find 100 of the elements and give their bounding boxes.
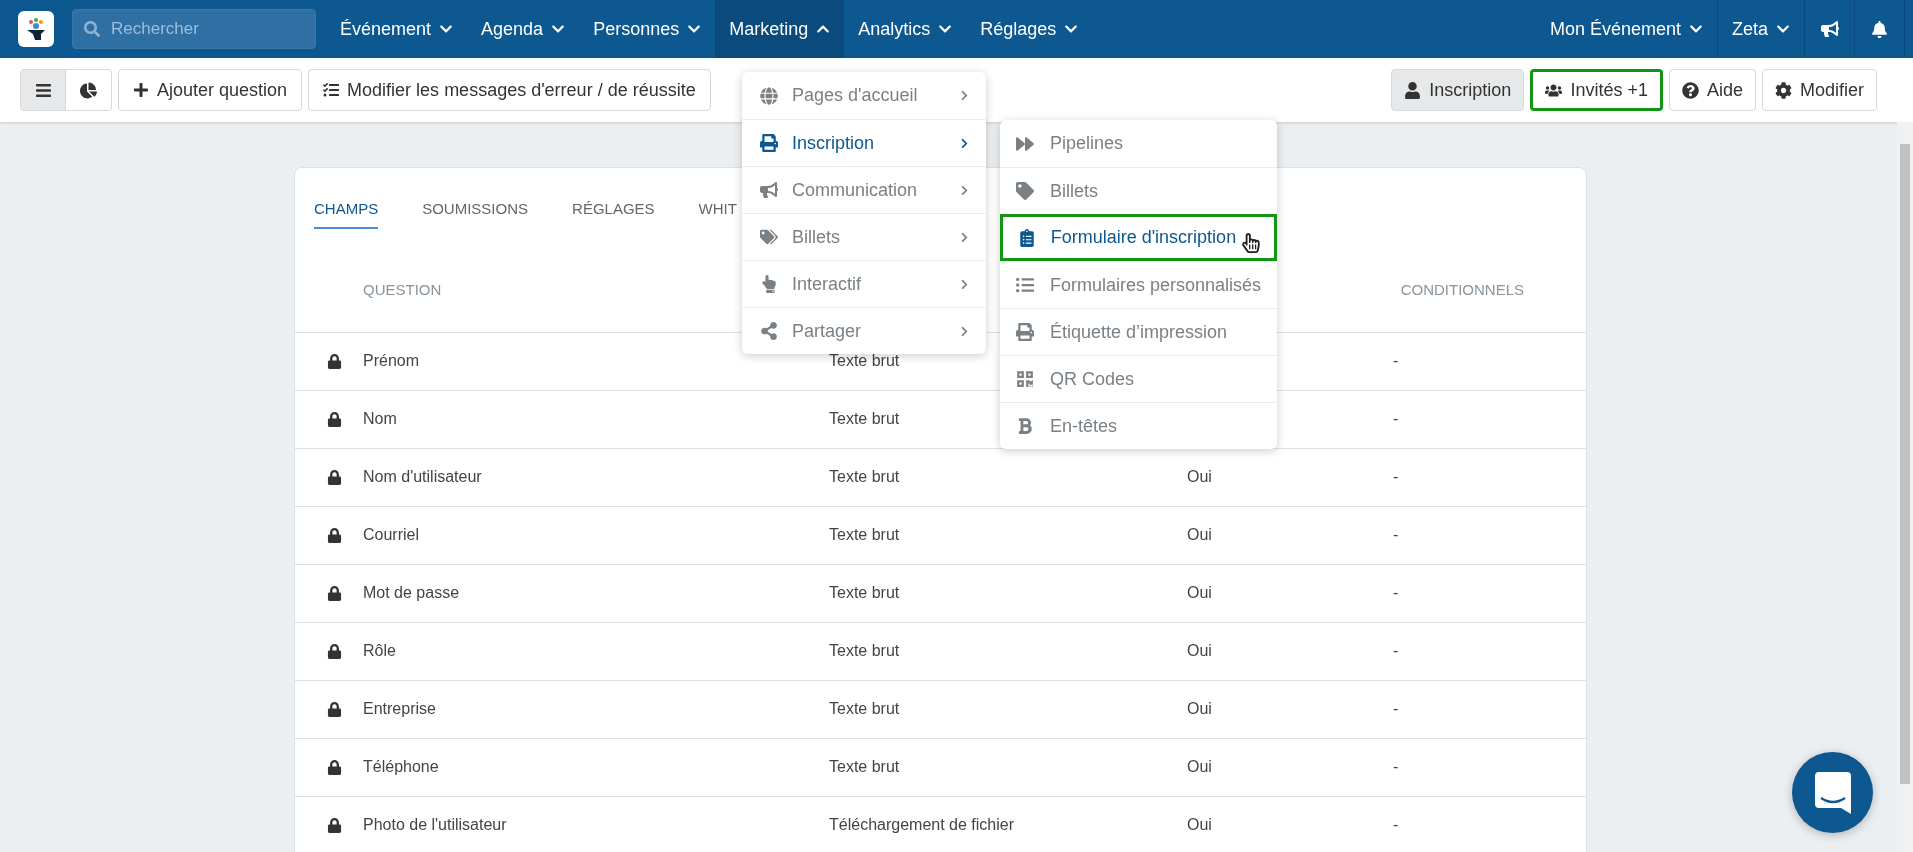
table-cell: Texte brut bbox=[829, 468, 900, 485]
submenu-item[interactable]: En-têtes bbox=[1000, 402, 1277, 449]
tag-icon bbox=[1016, 182, 1034, 200]
table-cell: Oui bbox=[1187, 584, 1212, 601]
table-cell: Texte brut bbox=[829, 410, 900, 427]
dropdown-item[interactable]: Partager bbox=[742, 307, 986, 354]
table-cell-text: - bbox=[1393, 815, 1399, 835]
toolbar-button[interactable]: Ajouter question bbox=[118, 69, 303, 111]
search-icon bbox=[84, 21, 100, 37]
submenu-item[interactable]: Pipelines bbox=[1000, 120, 1277, 167]
table-cell: Entreprise bbox=[363, 700, 436, 717]
view-toggle[interactable] bbox=[66, 69, 112, 111]
table-cell: Oui bbox=[1187, 758, 1212, 775]
pointer-cursor-icon bbox=[1242, 232, 1260, 253]
table-cell: Oui bbox=[1187, 642, 1212, 659]
tab[interactable]: SOUMISSIONS bbox=[422, 198, 529, 229]
table-cell: Oui bbox=[1187, 526, 1212, 543]
dropdown-item[interactable]: Interactif bbox=[742, 260, 986, 307]
chevron-right-icon bbox=[959, 278, 970, 290]
toolbar-button[interactable]: Modifier les messages d'erreur / de réussite bbox=[308, 69, 711, 111]
table-cell: Oui bbox=[1187, 468, 1212, 485]
clipboard-icon bbox=[1017, 228, 1036, 247]
table-cell: Prénom bbox=[363, 352, 420, 369]
table-cell-text: - bbox=[1393, 699, 1399, 719]
chevron-right-icon bbox=[959, 90, 970, 101]
nav-menu[interactable]: Marketing bbox=[715, 0, 845, 58]
table-cell: Texte brut bbox=[829, 758, 900, 775]
checklist-icon bbox=[323, 82, 340, 98]
nav-menu[interactable]: Réglages bbox=[966, 0, 1093, 58]
table-cell: Nom bbox=[363, 410, 397, 427]
megaphone-icon bbox=[760, 181, 778, 199]
tags-icon bbox=[760, 228, 778, 246]
table-cell: Téléphone bbox=[363, 758, 439, 775]
nav-menu[interactable]: Personnes bbox=[579, 0, 716, 58]
nav-menu[interactable]: Événement bbox=[326, 0, 468, 58]
table-cell: Rôle bbox=[363, 642, 396, 659]
column-header: QUESTION bbox=[363, 279, 442, 300]
bold-icon bbox=[1016, 417, 1034, 435]
share-icon bbox=[760, 322, 778, 340]
pointing-hand-icon bbox=[760, 275, 778, 293]
table-cell-text: - bbox=[1393, 757, 1399, 777]
app-logo[interactable] bbox=[18, 11, 54, 47]
megaphone-icon[interactable] bbox=[1820, 20, 1839, 38]
table-cell: Texte brut bbox=[829, 352, 900, 369]
chat-icon bbox=[1814, 771, 1851, 814]
fast-forward-icon bbox=[1016, 134, 1034, 153]
table-cell-text: - bbox=[1393, 525, 1399, 545]
dropdown-item[interactable]: Communication bbox=[742, 166, 986, 213]
chat-button[interactable] bbox=[1792, 752, 1873, 833]
table-cell: Photo de l'utilisateur bbox=[363, 816, 507, 833]
list-icon bbox=[1016, 276, 1034, 294]
table-cell: Texte brut bbox=[829, 526, 900, 543]
nav-menu[interactable]: Agenda bbox=[467, 0, 580, 58]
column-header: CONDITIONNELS bbox=[1399, 279, 1524, 300]
table-cell: Texte brut bbox=[829, 700, 900, 717]
settings-icon bbox=[1774, 81, 1792, 99]
printer-icon bbox=[1016, 323, 1034, 341]
notifications-icon[interactable] bbox=[1871, 20, 1888, 38]
user-icon bbox=[1404, 81, 1422, 99]
view-toggle[interactable] bbox=[20, 69, 66, 111]
table-cell: Courriel bbox=[363, 526, 419, 543]
submenu-item[interactable]: Formulaire d'inscription bbox=[1000, 214, 1277, 261]
table-cell-text: - bbox=[1393, 467, 1399, 487]
pie-chart-icon bbox=[80, 81, 97, 99]
table-cell: Oui bbox=[1187, 816, 1212, 833]
toolbar-button[interactable]: Invités +1 bbox=[1530, 69, 1663, 111]
table-cell-text: - bbox=[1393, 583, 1399, 603]
table-cell: Oui bbox=[1187, 700, 1212, 717]
chevron-right-icon bbox=[959, 325, 970, 337]
search-field[interactable]: Rechercher bbox=[72, 9, 316, 49]
qr-code-icon bbox=[1016, 370, 1034, 388]
submenu-item[interactable]: Formulaires personnalisés bbox=[1000, 261, 1277, 308]
nav-menu[interactable]: Analytics bbox=[844, 0, 967, 58]
chevron-right-icon bbox=[959, 184, 970, 196]
chevron-right-icon bbox=[959, 137, 970, 149]
plus-icon bbox=[133, 82, 149, 98]
tab[interactable]: RÉGLAGES bbox=[572, 198, 655, 229]
chevron-right-icon bbox=[959, 231, 970, 243]
tab[interactable]: WHIT bbox=[698, 198, 737, 229]
printer-icon bbox=[760, 134, 778, 152]
table-cell-text: - bbox=[1393, 351, 1399, 371]
table-cell-text: - bbox=[1393, 641, 1399, 661]
dropdown-item[interactable]: Billets bbox=[742, 213, 986, 260]
menu-icon bbox=[34, 81, 52, 99]
submenu-item[interactable]: QR Codes bbox=[1000, 355, 1277, 402]
toolbar-button[interactable]: Modifier bbox=[1761, 69, 1877, 111]
toolbar-button[interactable]: Aide bbox=[1668, 69, 1756, 111]
table-cell-text: - bbox=[1393, 409, 1399, 429]
table-cell: Mot de passe bbox=[363, 584, 460, 601]
table-cell: Téléchargement de fichier bbox=[829, 816, 1014, 833]
table-cell: Texte brut bbox=[829, 642, 900, 659]
submenu-item[interactable]: Étiquette d’impression bbox=[1000, 308, 1277, 355]
tab[interactable]: CHAMPS bbox=[314, 198, 379, 229]
help-icon bbox=[1681, 81, 1699, 99]
dropdown-item[interactable]: Pages d'accueil bbox=[742, 72, 986, 119]
table-cell: Texte brut bbox=[829, 584, 900, 601]
submenu-item[interactable]: Billets bbox=[1000, 167, 1277, 214]
globe-icon bbox=[760, 86, 778, 105]
toolbar-button[interactable]: Inscription bbox=[1391, 69, 1525, 111]
dropdown-item[interactable]: Inscription bbox=[742, 119, 986, 166]
